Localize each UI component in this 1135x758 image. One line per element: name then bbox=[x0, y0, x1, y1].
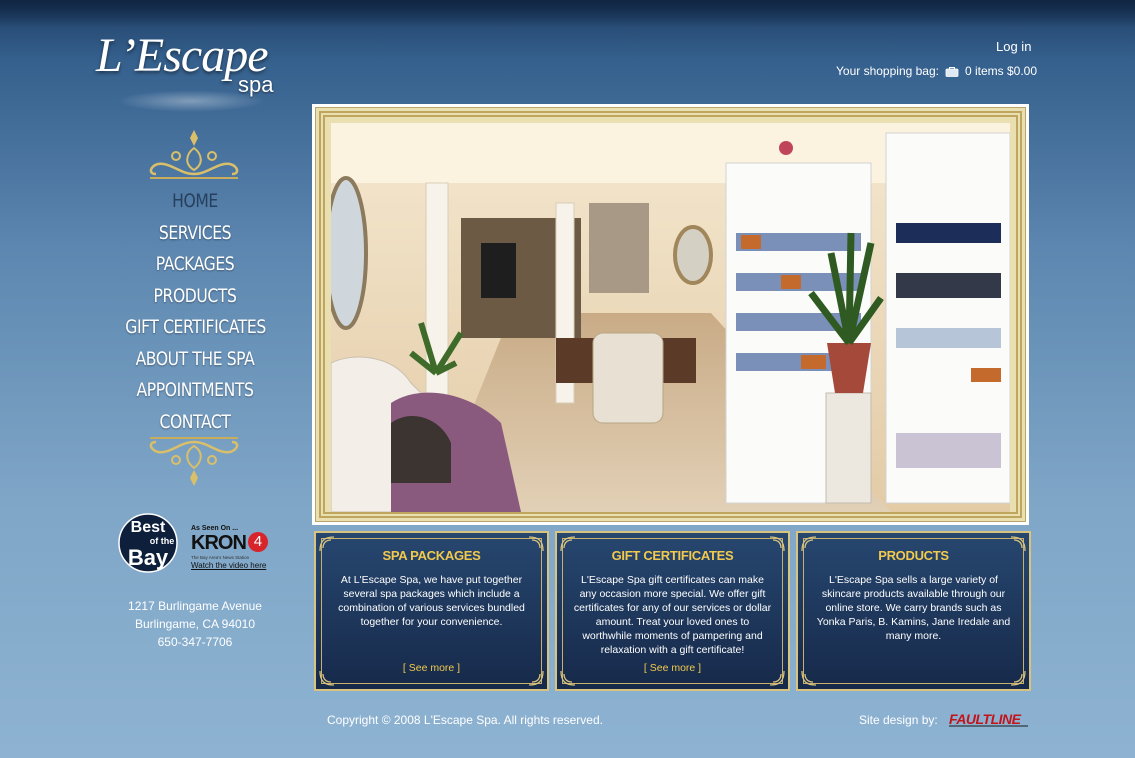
nav-item-about[interactable]: ABOUT THE SPA bbox=[125, 344, 264, 376]
nav-bottom-ornament-icon bbox=[149, 437, 239, 486]
kron-logo: KRON 4 bbox=[191, 532, 276, 555]
kron-tagline: The Bay Area's News Station bbox=[191, 555, 250, 560]
box-text: At L'Escape Spa, we have put together se… bbox=[338, 574, 525, 628]
main-nav: HOME SERVICES PACKAGES PRODUCTS GIFT CER… bbox=[110, 186, 280, 438]
nav-item-appointments[interactable]: APPOINTMENTS bbox=[125, 375, 264, 407]
shopping-bag-summary[interactable]: 0 items $0.00 bbox=[965, 64, 1037, 78]
nav-item-gift-certificates[interactable]: GIFT CERTIFICATES bbox=[125, 312, 266, 344]
best-line1: Best bbox=[131, 519, 166, 536]
box-title[interactable]: SPA PACKAGES bbox=[316, 548, 547, 563]
shopping-bag-label: Your shopping bag: bbox=[836, 64, 939, 78]
see-more-link[interactable]: [ See more ] bbox=[557, 662, 788, 674]
address-city: Burlingame, CA 94010 bbox=[134, 617, 256, 631]
box-title[interactable]: GIFT CERTIFICATES bbox=[557, 548, 788, 563]
kron4-badge[interactable]: As Seen On ... KRON 4 The Bay Area's News… bbox=[191, 525, 276, 575]
kron-watch-link[interactable]: Watch the video here bbox=[191, 561, 276, 570]
kron-word: KRON bbox=[191, 532, 247, 554]
corner-flourish-icon bbox=[801, 670, 817, 686]
faultline-logo[interactable]: FAULTLINE bbox=[948, 710, 1030, 732]
box-title[interactable]: PRODUCTS bbox=[798, 548, 1029, 563]
nav-item-products[interactable]: PRODUCTS bbox=[125, 281, 264, 313]
best-line3: Bay bbox=[128, 545, 169, 570]
logo-subtitle: spa bbox=[238, 72, 274, 97]
address-block: 1217 Burlingame Avenue Burlingame, CA 94… bbox=[110, 597, 280, 651]
site-logo[interactable]: L’Escape spa bbox=[96, 28, 286, 114]
shopping-bag[interactable]: Your shopping bag: 0 items $0.00 bbox=[836, 64, 1037, 78]
box-products: PRODUCTS L'Escape Spa sells a large vari… bbox=[796, 531, 1031, 691]
kron-as-seen-on: As Seen On ... bbox=[191, 525, 239, 532]
top-texture-band bbox=[0, 0, 1135, 28]
copyright-text: Copyright © 2008 L'Escape Spa. All right… bbox=[327, 713, 603, 727]
nav-item-services[interactable]: SERVICES bbox=[125, 218, 264, 250]
nav-item-packages[interactable]: PACKAGES bbox=[125, 249, 264, 281]
best-of-the-bay-badge[interactable]: Best of the Bay bbox=[118, 510, 178, 576]
site-design-label: Site design by: bbox=[859, 713, 938, 727]
box-text: L'Escape Spa sells a large variety of sk… bbox=[816, 574, 1011, 642]
see-more-link[interactable]: [ See more ] bbox=[316, 662, 547, 674]
shopping-bag-icon bbox=[945, 66, 959, 77]
box-gift-certificates: GIFT CERTIFICATES L'Escape Spa gift cert… bbox=[555, 531, 790, 691]
corner-flourish-icon bbox=[1010, 670, 1026, 686]
faultline-wordmark: FAULTLINE bbox=[949, 711, 1022, 727]
spa-interior-photo bbox=[331, 123, 1010, 512]
login-link[interactable]: Log in bbox=[996, 39, 1031, 54]
nav-item-home[interactable]: HOME bbox=[125, 186, 264, 218]
nav-top-ornament-icon bbox=[149, 130, 239, 179]
box-spa-packages: SPA PACKAGES At L'Escape Spa, we have pu… bbox=[314, 531, 549, 691]
address-street: 1217 Burlingame Avenue bbox=[128, 599, 262, 613]
kron-4-icon: 4 bbox=[247, 532, 268, 552]
box-text: L'Escape Spa gift certificates can make … bbox=[573, 574, 772, 656]
address-phone: 650-347-7706 bbox=[157, 635, 233, 649]
hero-photo-frame bbox=[312, 104, 1029, 525]
